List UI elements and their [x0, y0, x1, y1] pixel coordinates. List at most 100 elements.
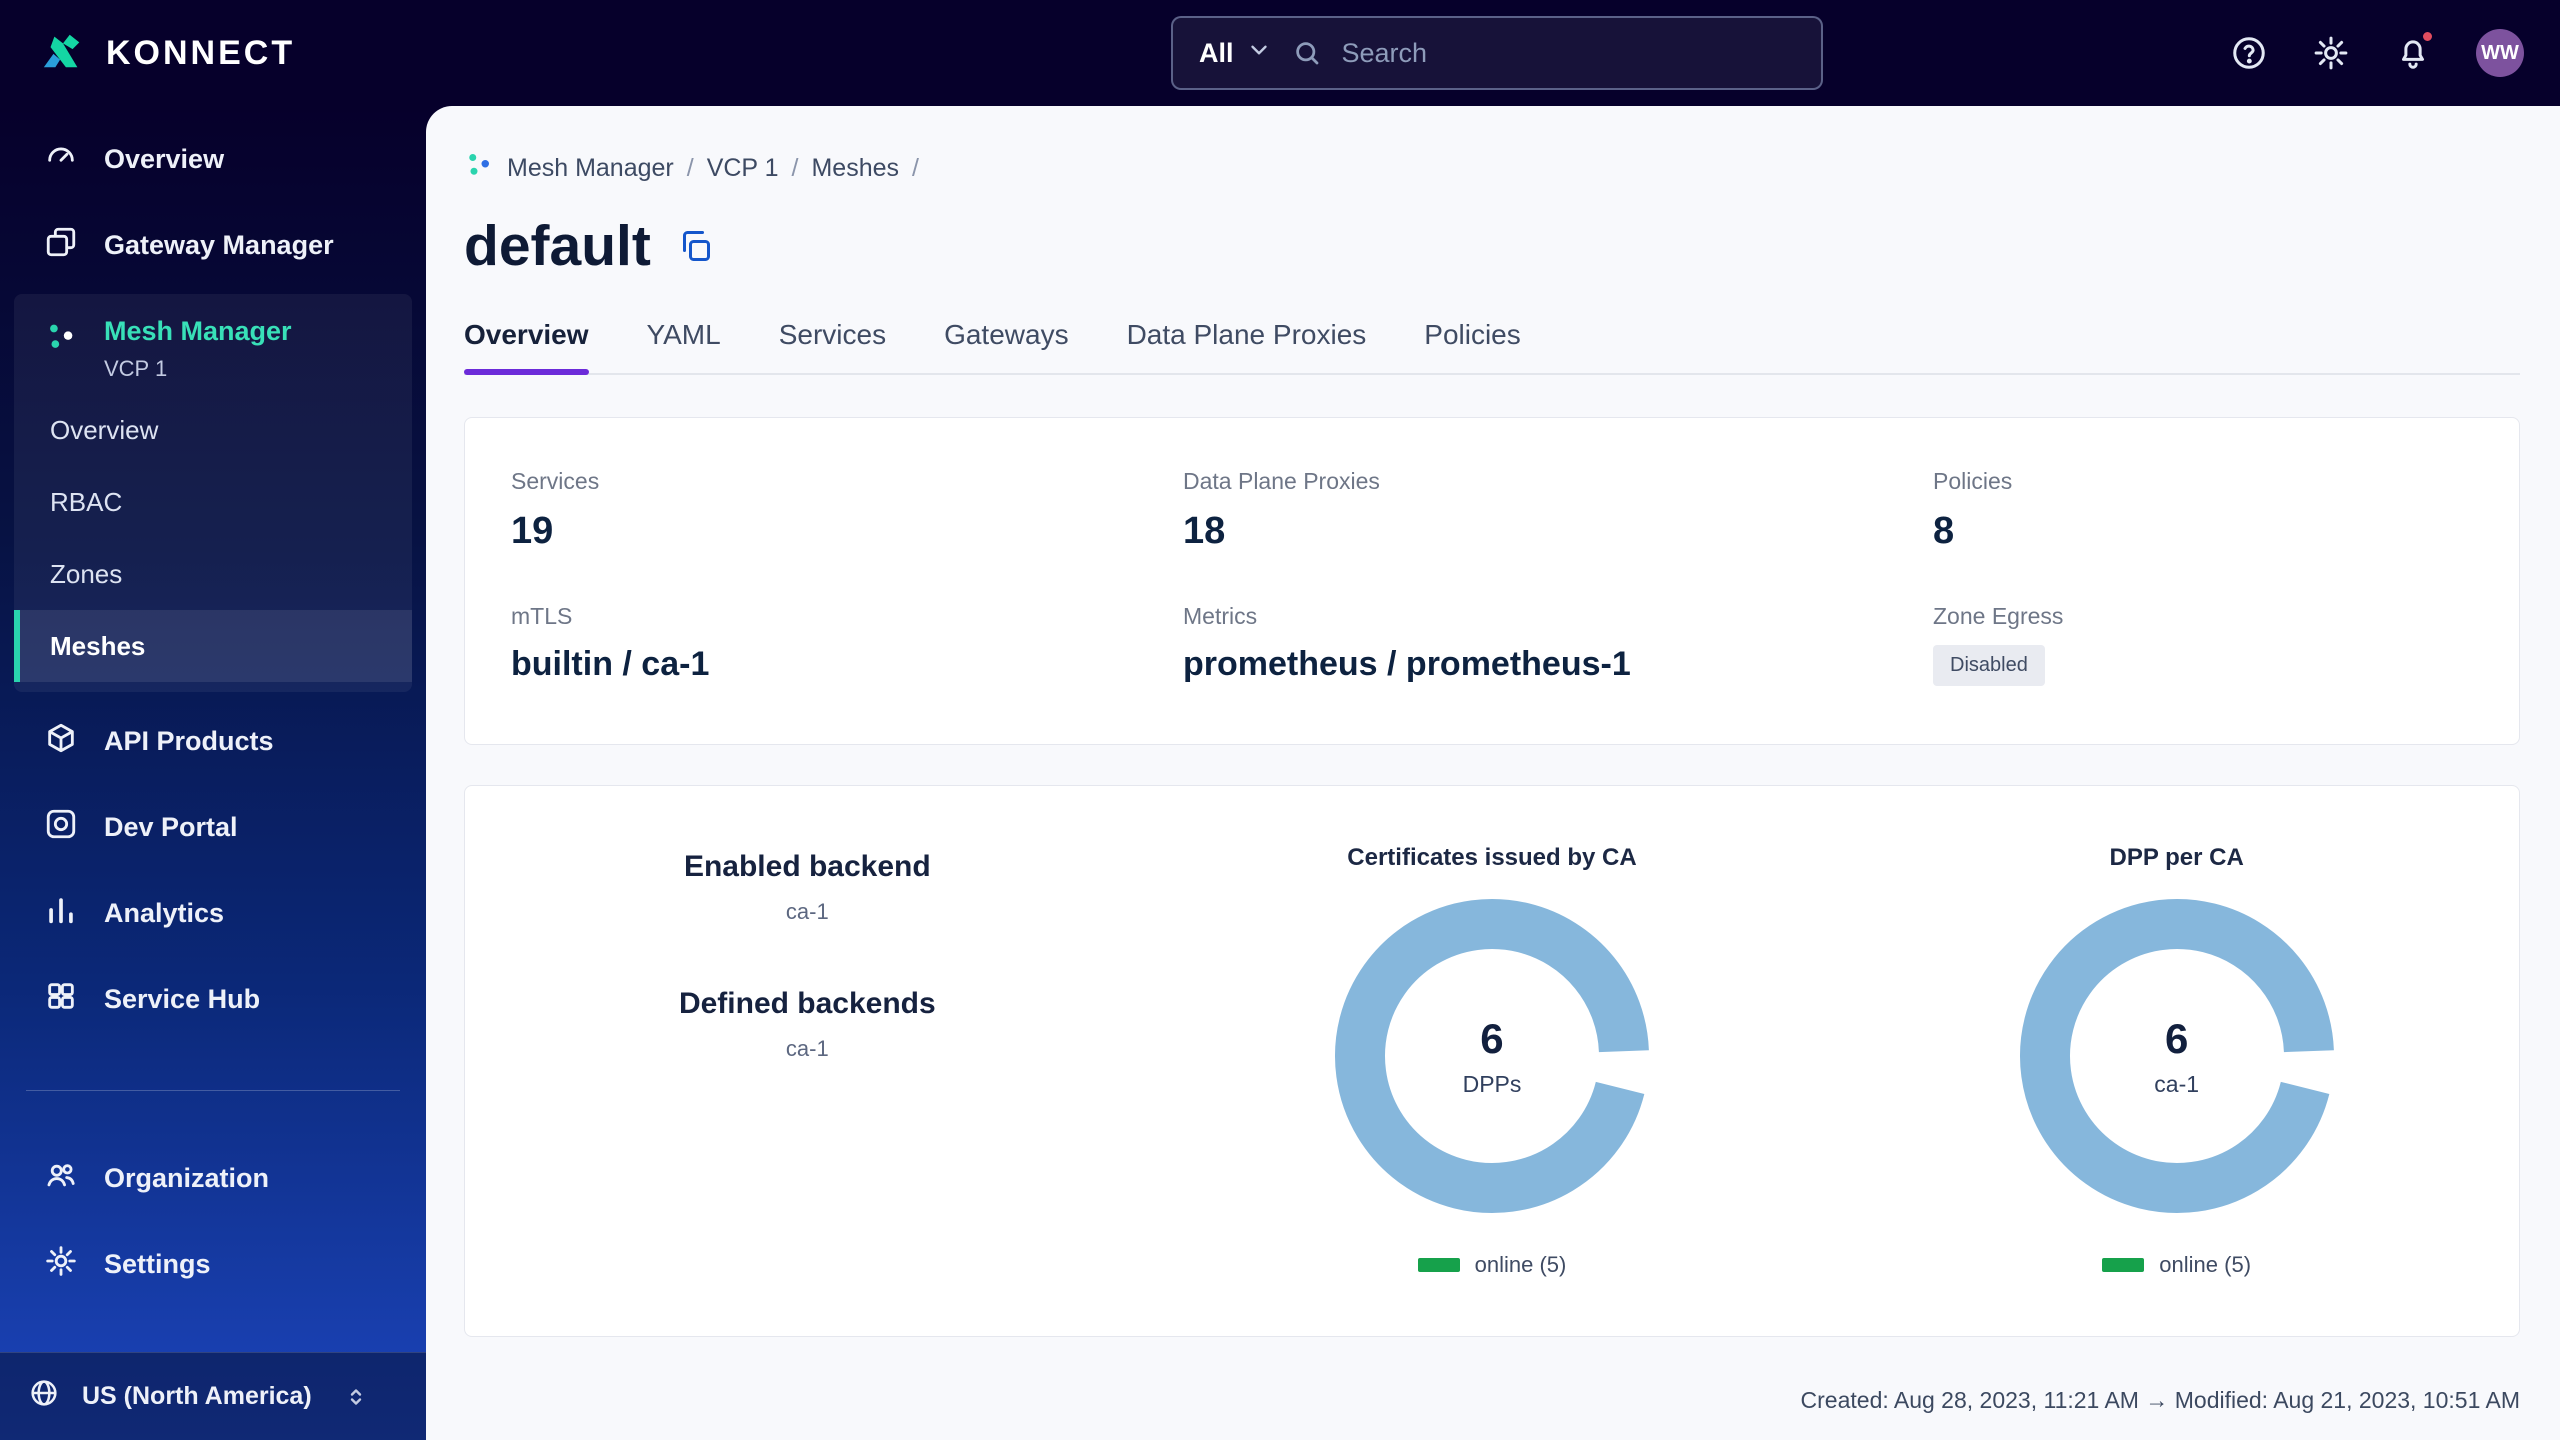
dpp-per-ca-chart: DPP per CA 6 ca-1 online (5) — [1834, 786, 2519, 1336]
donut-center: 6 ca-1 — [2017, 896, 2337, 1216]
sidebar-item-dev-portal[interactable]: Dev Portal — [0, 784, 426, 870]
breadcrumb-separator: / — [686, 154, 694, 182]
stat-value: 18 — [1183, 510, 1226, 552]
stat-label: Data Plane Proxies — [1183, 468, 1380, 494]
breadcrumb-vcp[interactable]: VCP 1 — [707, 154, 779, 183]
sidebar-mesh-manager-group: Mesh Manager VCP 1 Overview RBAC Zones M… — [14, 294, 412, 692]
sidebar: Overview Gateway Manager Mesh Manager VC… — [0, 106, 426, 1440]
sidebar-item-overview[interactable]: Overview — [0, 116, 426, 202]
sidebar-item-label: Settings — [104, 1248, 211, 1279]
copy-icon[interactable] — [677, 228, 713, 264]
breadcrumb: Mesh Manager / VCP 1 / Meshes / — [464, 150, 2520, 187]
mesh-manager-instance: VCP 1 — [104, 356, 168, 381]
region-selector[interactable]: US (North America) — [0, 1352, 426, 1440]
tab-data-plane-proxies[interactable]: Data Plane Proxies — [1127, 319, 1367, 373]
aperture-icon — [44, 807, 78, 848]
sidebar-item-label: Dev Portal — [104, 811, 238, 842]
stat-value: prometheus / prometheus-1 — [1183, 645, 1631, 683]
search-scope-select[interactable]: All — [1199, 37, 1272, 70]
tab-policies[interactable]: Policies — [1424, 319, 1520, 373]
sidebar-item-label: Zones — [50, 558, 123, 589]
defined-backends-label: Defined backends — [678, 987, 936, 1020]
sidebar-item-mesh-manager[interactable]: Mesh Manager VCP 1 — [14, 294, 412, 394]
legend-label: online (5) — [2159, 1252, 2252, 1277]
help-button[interactable] — [2230, 34, 2268, 72]
sidebar-item-settings[interactable]: Settings — [0, 1221, 426, 1307]
sidebar-item-label: Analytics — [104, 897, 225, 928]
brand-name: KONNECT — [106, 33, 296, 72]
sidebar-item-mesh-zones[interactable]: Zones — [14, 538, 412, 610]
settings-gear-button[interactable] — [2312, 34, 2350, 72]
donut-chart: 6 ca-1 — [2017, 896, 2337, 1216]
breadcrumb-separator: / — [791, 154, 799, 182]
mesh-dots-icon — [44, 316, 78, 359]
sidebar-item-mesh-rbac[interactable]: RBAC — [14, 466, 412, 538]
backends-column: Enabled backend ca-1 Defined backends ca… — [465, 786, 1150, 1336]
mesh-insights-card: Enabled backend ca-1 Defined backends ca… — [464, 785, 2520, 1337]
global-search[interactable]: All — [1171, 16, 1823, 90]
bar-chart-icon — [44, 893, 78, 934]
brand-logo[interactable]: KONNECT — [0, 28, 295, 79]
sidebar-item-label: Gateway Manager — [104, 229, 334, 260]
sidebar-item-label: Service Hub — [104, 983, 261, 1014]
sidebar-item-label: Overview — [50, 414, 159, 445]
sidebar-item-organization[interactable]: Organization — [0, 1135, 426, 1221]
sidebar-item-api-products[interactable]: API Products — [0, 698, 426, 784]
sidebar-nav: Overview Gateway Manager Mesh Manager VC… — [0, 106, 426, 1307]
overview-stats-card: Services 19 Data Plane Proxies 18 Polici… — [464, 417, 2520, 745]
status-badge: Disabled — [1933, 645, 2045, 686]
donut-label: DPPs — [1462, 1070, 1522, 1097]
app-header: KONNECT All W — [0, 0, 2560, 106]
cube-icon — [44, 721, 78, 762]
audit-timestamps: Created: Aug 28, 2023, 11:21 AM → Modifi… — [1800, 1387, 2520, 1413]
layers-icon — [44, 225, 78, 266]
tab-yaml[interactable]: YAML — [647, 319, 721, 373]
people-icon — [44, 1158, 78, 1199]
user-avatar[interactable]: WW — [2476, 29, 2524, 77]
search-input[interactable] — [1341, 37, 1795, 69]
sidebar-item-gateway-manager[interactable]: Gateway Manager — [0, 202, 426, 288]
sidebar-item-label: Overview — [104, 143, 225, 174]
stat-label: Zone Egress — [1933, 603, 2064, 629]
search-scope-label: All — [1199, 37, 1234, 68]
chevron-down-icon — [1246, 37, 1272, 70]
notification-dot — [2420, 29, 2435, 44]
region-label: US (North America) — [82, 1382, 312, 1410]
enabled-backend-label: Enabled backend — [683, 850, 931, 883]
legend-swatch — [1417, 1258, 1460, 1272]
page-title: default — [464, 214, 651, 278]
sidebar-item-label: API Products — [104, 725, 274, 756]
sidebar-item-service-hub[interactable]: Service Hub — [0, 956, 426, 1042]
chart-legend: online (5) — [2102, 1252, 2251, 1278]
stat-value: builtin / ca-1 — [511, 645, 710, 683]
stat-label: mTLS — [511, 603, 573, 629]
enabled-backend-value: ca-1 — [785, 899, 829, 924]
search-icon — [1292, 38, 1322, 68]
legend-label: online (5) — [1474, 1252, 1567, 1277]
mesh-manager-label: Mesh Manager — [104, 316, 292, 346]
breadcrumb-separator: / — [912, 154, 919, 182]
stat-metrics: Metrics prometheus / prometheus-1 — [1183, 603, 1933, 686]
donut-label: ca-1 — [2154, 1070, 2200, 1097]
stat-policies: Policies 8 — [1933, 468, 2479, 553]
tab-services[interactable]: Services — [779, 319, 886, 373]
main-content: Mesh Manager / VCP 1 / Meshes / default … — [426, 106, 2560, 1440]
stat-data-plane-proxies: Data Plane Proxies 18 — [1183, 468, 1933, 553]
legend-swatch — [2102, 1258, 2145, 1272]
sidebar-item-mesh-meshes[interactable]: Meshes — [14, 610, 412, 682]
tab-bar: Overview YAML Services Gateways Data Pla… — [464, 319, 2520, 375]
tab-overview[interactable]: Overview — [464, 319, 589, 375]
sidebar-item-analytics[interactable]: Analytics — [0, 870, 426, 956]
tab-gateways[interactable]: Gateways — [944, 319, 1069, 373]
mesh-breadcrumb-icon — [464, 150, 494, 187]
kong-logo-icon — [40, 28, 86, 79]
sidebar-item-mesh-overview[interactable]: Overview — [14, 394, 412, 466]
breadcrumb-mesh-manager[interactable]: Mesh Manager — [507, 154, 674, 183]
certificates-chart: Certificates issued by CA 6 DPPs online … — [1150, 786, 1835, 1336]
notifications-button[interactable] — [2394, 29, 2435, 72]
chart-title: DPP per CA — [2109, 844, 2244, 871]
stat-zone-egress: Zone Egress Disabled — [1933, 603, 2479, 686]
sidebar-item-label: Organization — [104, 1162, 270, 1193]
chart-title: Certificates issued by CA — [1347, 844, 1637, 871]
breadcrumb-meshes[interactable]: Meshes — [811, 154, 899, 183]
